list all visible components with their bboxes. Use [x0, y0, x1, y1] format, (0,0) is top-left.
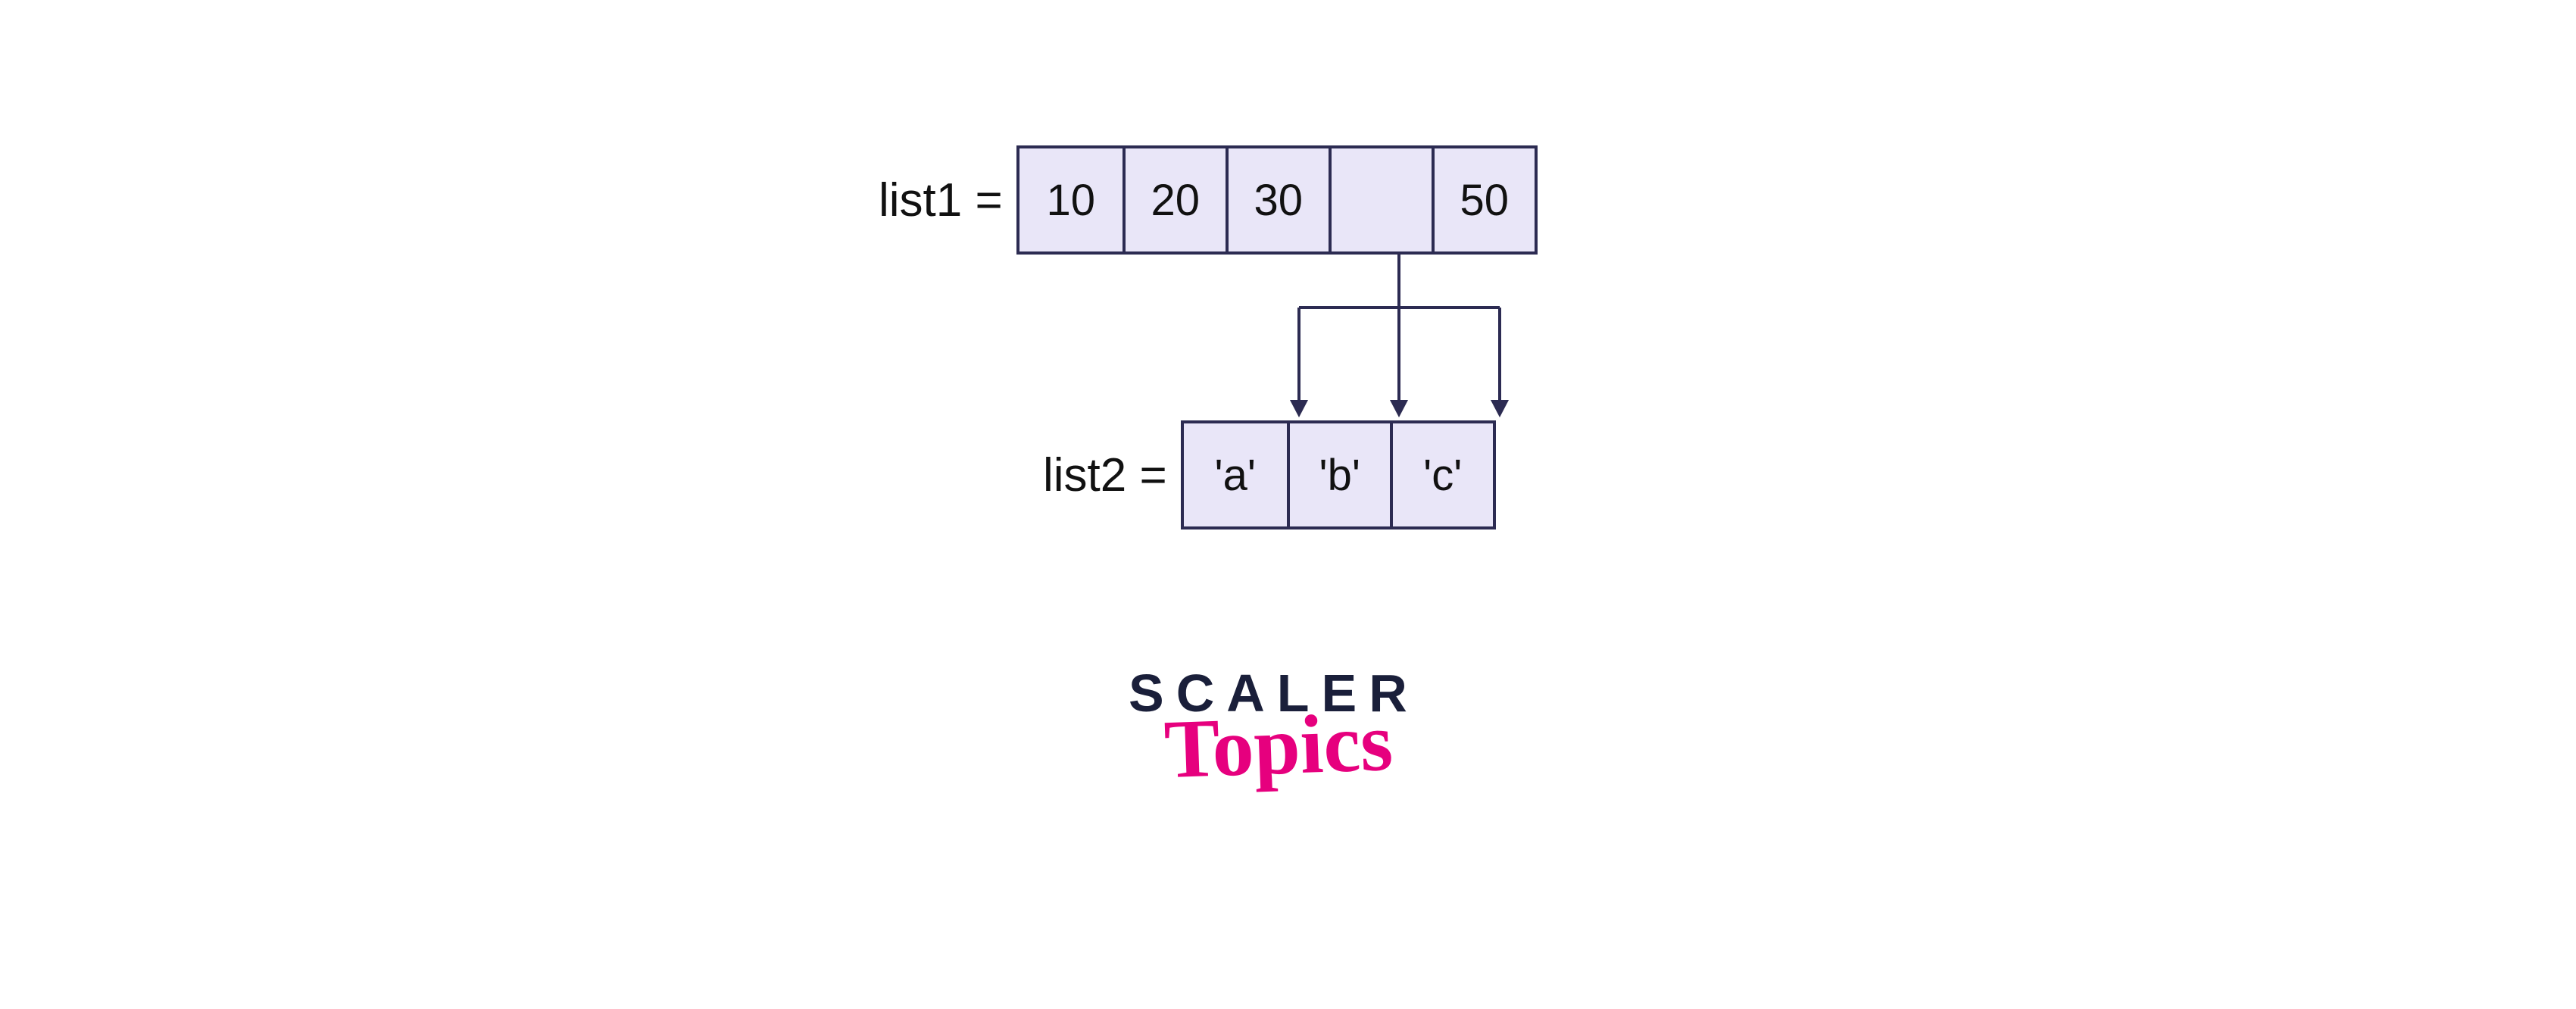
- list2-row: list2 = 'a' 'b' 'c': [1043, 420, 1496, 529]
- list1-row: list1 = 10 20 30 50: [879, 145, 1538, 255]
- logo-text-topics: Topics: [1132, 711, 1425, 779]
- list2-cells: 'a' 'b' 'c': [1181, 420, 1496, 529]
- arrows-svg: [1189, 255, 1538, 444]
- scaler-topics-logo: SCALER Topics: [1129, 667, 1419, 775]
- list1-cell-3: [1329, 148, 1432, 251]
- list1-cell-2: 30: [1226, 148, 1329, 251]
- list1-cells: 10 20 30 50: [1016, 145, 1538, 255]
- list2-cell-2: 'c': [1390, 423, 1493, 526]
- list1-label: list1 =: [879, 173, 1003, 227]
- list2-label: list2 =: [1043, 448, 1167, 502]
- list1-cell-4: 50: [1432, 148, 1535, 251]
- list2-cell-1: 'b': [1287, 423, 1390, 526]
- list2-cell-0: 'a': [1184, 423, 1287, 526]
- list1-cell-0: 10: [1019, 148, 1123, 251]
- diagram-canvas: list1 = 10 20 30 50 list2 =: [0, 0, 2576, 1009]
- list1-cell-1: 20: [1123, 148, 1226, 251]
